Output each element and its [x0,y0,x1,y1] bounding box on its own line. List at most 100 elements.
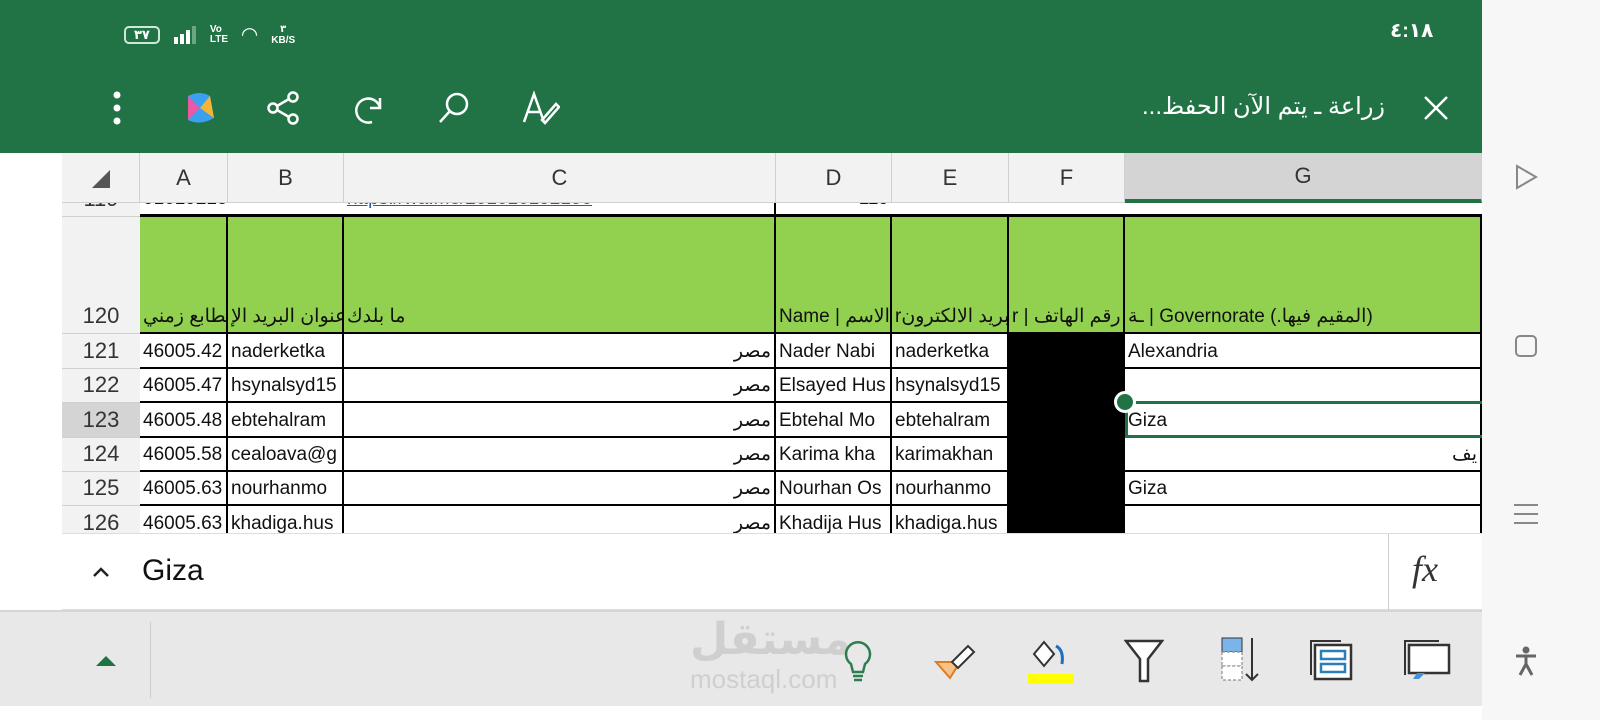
cell-f124[interactable] [1009,438,1125,472]
cell-g121[interactable]: Alexandria [1125,334,1482,369]
cell-f121[interactable] [1009,334,1125,369]
cell-c124[interactable]: مصر [344,438,776,472]
cell-d124[interactable]: Karima kha [776,438,892,472]
accessibility-icon[interactable] [1515,646,1537,676]
cell-b119[interactable] [228,203,344,217]
cell-e123[interactable]: ebtehalram [892,403,1009,438]
copilot-icon[interactable] [178,86,222,130]
cell-d123[interactable]: Ebtehal Mo [776,403,892,438]
cell-e121[interactable]: naderketka [892,334,1009,369]
cell-g126[interactable] [1125,506,1482,533]
cell-b126[interactable]: khadiga.hus [228,506,344,533]
close-icon[interactable] [1414,86,1458,130]
cell-c119[interactable]: https://wa.me/201016192156 [344,203,776,217]
cell-a125[interactable]: 46005.63 [140,472,228,506]
cell-d119[interactable]: 119 [776,203,892,217]
fx-button[interactable]: fx [1412,548,1438,590]
cell-e124[interactable]: karimakhan [892,438,1009,472]
cell-f123[interactable] [1009,403,1125,438]
cell-c120[interactable]: ما بلدك [344,217,776,334]
lightbulb-icon[interactable] [830,632,886,688]
cell-b122[interactable]: hsynalsyd15 [228,369,344,403]
cell-b123[interactable]: ebtehalram [228,403,344,438]
freeze-panes-icon[interactable] [1304,632,1360,688]
column-header-f[interactable]: F [1009,153,1125,203]
cell-g119[interactable] [1125,203,1482,217]
selected-cell-g123[interactable] [1125,401,1482,438]
cell-d122[interactable]: Elsayed Hus [776,369,892,403]
cell-f125[interactable] [1009,472,1125,506]
cell-b124[interactable]: cealoava@g [228,438,344,472]
formula-input[interactable]: Giza [142,554,204,588]
cell-c122[interactable]: مصر [344,369,776,403]
cell-f119[interactable] [1009,203,1125,217]
cell-a119[interactable]: 016192156 [140,203,228,217]
cell-e125[interactable]: nourhanmo [892,472,1009,506]
column-header-g[interactable]: G [1125,153,1482,203]
comment-icon[interactable] [1400,632,1456,688]
row-header-124[interactable]: 124 [62,438,140,472]
recents-icon[interactable] [1514,502,1538,526]
filter-icon[interactable] [1116,632,1172,688]
cell-b121[interactable]: naderketka [228,334,344,369]
row-header-120[interactable]: 120 [62,217,140,334]
expand-ribbon-icon[interactable] [96,654,116,666]
cell-f120[interactable]: رقم الهاتف | r [1009,217,1125,334]
volte-icon: Vo LTE [209,23,229,45]
cell-c125[interactable]: مصر [344,472,776,506]
cell-e126[interactable]: khadiga.hus [892,506,1009,533]
cell-a124[interactable]: 46005.58 [140,438,228,472]
cell-a126[interactable]: 46005.63 [140,506,228,533]
cell-c123[interactable]: مصر [344,403,776,438]
fill-color-icon[interactable] [1022,632,1078,688]
cell-d126[interactable]: Khadija Hus [776,506,892,533]
cell-c121[interactable]: مصر [344,334,776,369]
play-icon[interactable] [1514,164,1538,190]
battery-icon: ٣٧ [124,25,160,44]
cell-e122[interactable]: hsynalsyd15 [892,369,1009,403]
row-header-121[interactable]: 121 [62,334,140,369]
cell-a120[interactable]: الطابع زمني [140,217,228,334]
home-square-icon[interactable] [1514,334,1538,358]
cell-d125[interactable]: Nourhan Os [776,472,892,506]
cell-d120[interactable]: Name | الاسم [776,217,892,334]
row-header-119[interactable]: 119 [62,203,140,217]
select-all-button[interactable] [62,153,140,203]
row-header-123[interactable]: 123 [62,403,140,438]
cell-a123[interactable]: 46005.48 [140,403,228,438]
cell-f122[interactable] [1009,369,1125,403]
draw-icon[interactable] [518,86,562,130]
cell-g120[interactable]: (المقيم فيها.) Governorate | ـة [1125,217,1482,334]
row-header-125[interactable]: 125 [62,472,140,506]
column-header-e[interactable]: E [892,153,1009,203]
cell-a122[interactable]: 46005.47 [140,369,228,403]
redo-icon[interactable] [348,86,392,130]
cell-a121[interactable]: 46005.42 [140,334,228,369]
chevron-up-icon[interactable] [92,566,110,578]
row-header-122[interactable]: 122 [62,369,140,403]
more-options-icon[interactable] [95,86,139,130]
sort-icon[interactable] [1212,632,1268,688]
cell-b120[interactable]: عنوان البريد الإ [228,217,344,334]
cell-c126[interactable]: مصر [344,506,776,533]
column-header-d[interactable]: D [776,153,892,203]
watermark-url: mostaql.com [690,664,838,694]
column-header-c[interactable]: C [344,153,776,203]
row-header-126[interactable]: 126 [62,506,140,533]
column-header-b[interactable]: B [228,153,344,203]
cell-g122[interactable] [1125,369,1482,403]
cell-b125[interactable]: nourhanmo [228,472,344,506]
cell-e119[interactable] [892,203,1009,217]
search-icon[interactable] [432,86,476,130]
spreadsheet-grid[interactable]: 119016192156https://wa.me/20101619215611… [0,203,1482,533]
cell-g124[interactable]: يف [1125,438,1482,472]
cell-f126[interactable] [1009,506,1125,533]
cell-e120[interactable]: البريد الالكترونr [892,217,1009,334]
formula-bar[interactable]: Giza fx [62,533,1482,611]
format-painter-icon[interactable] [928,632,984,688]
selection-handle[interactable] [1114,391,1136,413]
cell-d121[interactable]: Nader Nabi [776,334,892,369]
column-header-a[interactable]: A [140,153,228,203]
share-icon[interactable] [261,86,305,130]
cell-g125[interactable]: Giza [1125,472,1482,506]
